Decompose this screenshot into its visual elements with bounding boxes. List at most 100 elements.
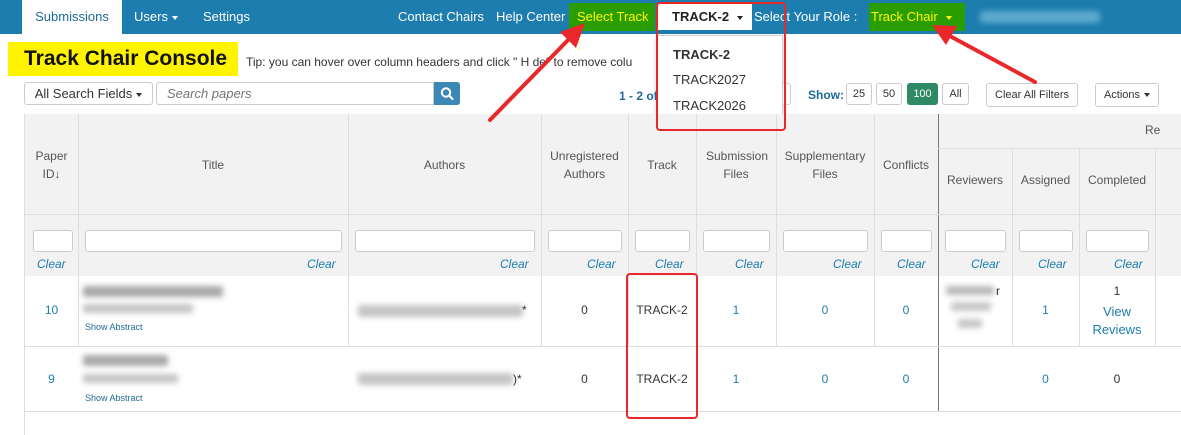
- paper-id-link[interactable]: 9: [25, 372, 78, 386]
- clear-filter-authors[interactable]: Clear: [500, 257, 529, 271]
- filter-input-track[interactable]: [635, 230, 690, 252]
- authors-suffix: )*: [513, 372, 522, 386]
- role-select-dropdown[interactable]: Track Chair: [869, 3, 965, 31]
- row-divider: [25, 411, 1181, 412]
- column-group-header-reviews: Re: [1145, 123, 1161, 137]
- authors-redacted: [358, 305, 523, 317]
- highlight-box-track-dropdown: [656, 2, 786, 131]
- column-header-supplementary-files[interactable]: Supplementary Files: [776, 147, 874, 183]
- paper-id-label: Paper ID: [35, 149, 68, 181]
- clear-filter-track[interactable]: Clear: [655, 257, 684, 271]
- nav-contact-chairs[interactable]: Contact Chairs: [398, 0, 484, 34]
- reviewer-name-redacted: [951, 302, 991, 311]
- column-header-reviewers[interactable]: Reviewers: [938, 171, 1012, 189]
- view-reviews-link[interactable]: View Reviews: [1079, 303, 1155, 339]
- search-field-select[interactable]: All Search Fields: [24, 82, 153, 105]
- group-header-divider: [938, 148, 1181, 149]
- search-button[interactable]: [434, 82, 460, 105]
- clear-all-filters-button[interactable]: Clear All Filters: [986, 83, 1078, 107]
- search-input[interactable]: [156, 82, 434, 105]
- show-label: Show:: [808, 88, 844, 102]
- tip-text: Tip: you can hover over column headers a…: [246, 55, 633, 69]
- supplementary-files-link[interactable]: 0: [776, 372, 874, 386]
- clear-filter-conflicts[interactable]: Clear: [897, 257, 926, 271]
- paper-title-redacted: [83, 355, 168, 366]
- conflicts-link[interactable]: 0: [874, 303, 938, 317]
- conflicts-link[interactable]: 0: [874, 372, 938, 386]
- show-50-button[interactable]: 50: [876, 83, 902, 105]
- header-divider: [25, 214, 1181, 215]
- filter-input-unregistered[interactable]: [548, 230, 622, 252]
- papers-table: Paper ID↓ Title Authors Unregistered Aut…: [24, 114, 1181, 435]
- reviewer-suffix: r: [996, 284, 1000, 298]
- clear-filter-supplementary-files[interactable]: Clear: [833, 257, 862, 271]
- filter-input-submission-files[interactable]: [703, 230, 770, 252]
- top-navbar: Submissions Users Settings Contact Chair…: [0, 0, 1181, 52]
- nav-settings[interactable]: Settings: [203, 0, 250, 34]
- arrow-to-select-track: [488, 23, 585, 122]
- table-row: 10 Show Abstract * 0 TRACK-2 1 0 0 r 1 1…: [25, 276, 1181, 346]
- pagination-info: 1 - 2 of: [619, 89, 658, 103]
- show-all-button[interactable]: All: [942, 83, 969, 105]
- show-100-button[interactable]: 100: [907, 83, 938, 105]
- filter-input-title[interactable]: [85, 230, 342, 252]
- show-abstract-link[interactable]: Show Abstract: [85, 393, 143, 403]
- filter-input-reviewers[interactable]: [945, 230, 1006, 252]
- unregistered-count: 0: [581, 372, 588, 386]
- completed-count: 1: [1113, 284, 1121, 298]
- select-track-label: Select Track :: [569, 3, 655, 52]
- filter-input-authors[interactable]: [355, 230, 535, 252]
- paper-title-redacted: [83, 374, 178, 383]
- show-abstract-link[interactable]: Show Abstract: [85, 322, 143, 332]
- clear-filter-reviewers[interactable]: Clear: [971, 257, 1000, 271]
- clear-filter-title[interactable]: Clear: [307, 257, 336, 271]
- nav-users-label: Users: [134, 9, 168, 24]
- selected-role-value: Track Chair: [871, 9, 938, 24]
- nav-submissions[interactable]: Submissions: [22, 0, 122, 34]
- column-header-conflicts[interactable]: Conflicts: [874, 156, 938, 174]
- user-menu[interactable]: [980, 11, 1100, 23]
- actions-button[interactable]: Actions: [1095, 83, 1159, 107]
- column-header-completed[interactable]: Completed: [1079, 171, 1155, 189]
- chevron-down-icon: [171, 15, 178, 20]
- column-header-submission-files[interactable]: Submission Files: [696, 147, 776, 183]
- show-25-button[interactable]: 25: [846, 83, 872, 105]
- column-header-title[interactable]: Title: [78, 156, 348, 174]
- filter-input-assigned[interactable]: [1019, 230, 1073, 252]
- submission-files-link[interactable]: 1: [696, 303, 776, 317]
- authors-redacted: [358, 373, 513, 385]
- actions-label: Actions: [1103, 89, 1141, 101]
- highlight-box-track-column: [626, 273, 698, 419]
- filter-input-supplementary-files[interactable]: [783, 230, 868, 252]
- submission-files-link[interactable]: 1: [696, 372, 776, 386]
- nav-help-center[interactable]: Help Center: [496, 0, 565, 34]
- column-header-authors[interactable]: Authors: [348, 156, 541, 174]
- column-header-track[interactable]: Track: [628, 156, 696, 174]
- column-header-assigned[interactable]: Assigned: [1012, 171, 1079, 189]
- completed-count: 0: [1113, 372, 1121, 386]
- clear-filter-paper-id[interactable]: Clear: [37, 257, 66, 271]
- chevron-down-icon: [1144, 93, 1151, 98]
- filter-input-conflicts[interactable]: [881, 230, 932, 252]
- nav-users[interactable]: Users: [134, 0, 178, 34]
- unregistered-count: 0: [581, 303, 588, 317]
- filter-input-paper-id[interactable]: [33, 230, 73, 252]
- clear-filter-completed[interactable]: Clear: [1114, 257, 1143, 271]
- search-icon: [440, 87, 454, 101]
- column-header-unregistered-authors[interactable]: Unregistered Authors: [541, 147, 628, 183]
- clear-filter-unregistered[interactable]: Clear: [587, 257, 616, 271]
- filter-input-completed[interactable]: [1086, 230, 1149, 252]
- supplementary-files-link[interactable]: 0: [776, 303, 874, 317]
- page-title: Track Chair Console: [8, 42, 238, 76]
- column-header-paper-id[interactable]: Paper ID↓: [25, 147, 78, 183]
- clear-filter-assigned[interactable]: Clear: [1038, 257, 1067, 271]
- paper-id-link[interactable]: 10: [25, 303, 78, 317]
- chevron-down-icon: [945, 15, 952, 20]
- search-field-label: All Search Fields: [34, 86, 133, 101]
- sort-down-icon: ↓: [54, 167, 61, 181]
- clear-filter-submission-files[interactable]: Clear: [735, 257, 764, 271]
- paper-title-redacted: [83, 304, 193, 313]
- assigned-link[interactable]: 1: [1012, 303, 1079, 317]
- assigned-link[interactable]: 0: [1012, 372, 1079, 386]
- paper-title-redacted: [83, 286, 223, 297]
